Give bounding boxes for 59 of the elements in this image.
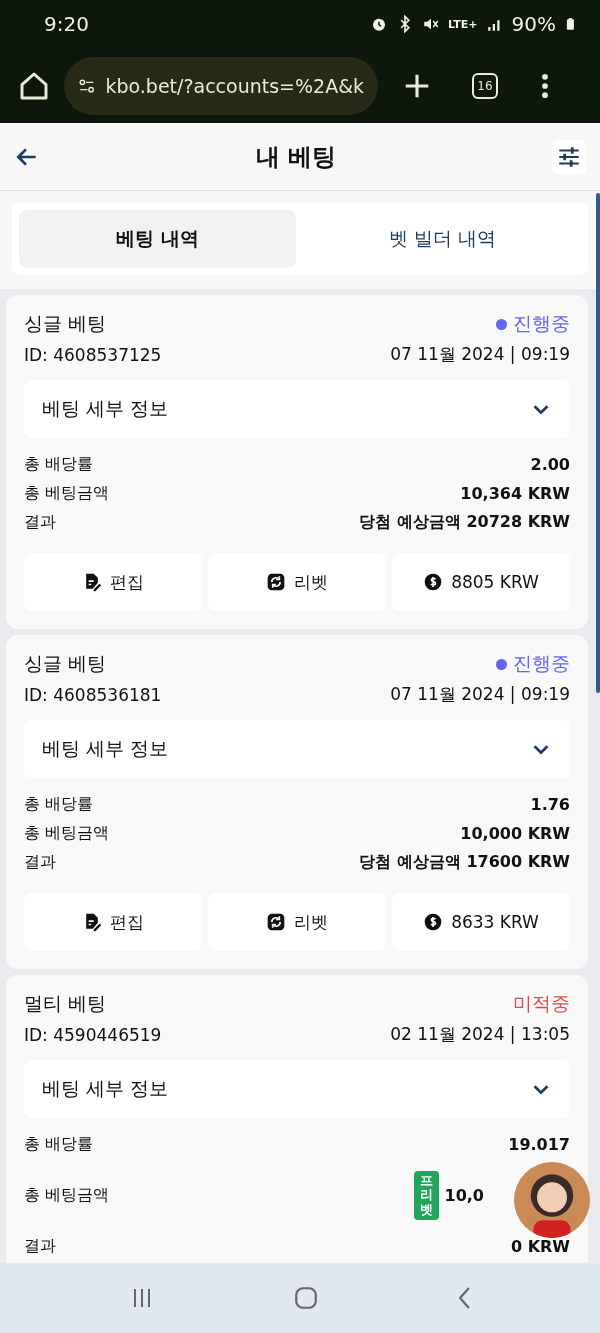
summary-label: 총 배당률 — [24, 1134, 94, 1155]
summary-label: 결과 — [24, 852, 56, 873]
summary-label: 결과 — [24, 1235, 56, 1257]
summary-value: 10,0 — [444, 1185, 484, 1205]
bet-status: 진행중 — [496, 651, 570, 677]
summary-value: 당첨 예상금액 20728 KRW — [359, 512, 570, 533]
bet-type: 멀티 베팅 — [24, 991, 107, 1016]
url-text: kbo.bet/?accounts=%2A&k — [105, 74, 364, 97]
summary-label: 총 베팅금액 — [24, 823, 110, 844]
refresh-icon — [266, 572, 286, 592]
status-dot — [496, 658, 507, 670]
edit-button[interactable]: 편집 — [24, 553, 202, 611]
summary-value: 10,364 KRW — [460, 484, 570, 503]
back-nav-icon — [459, 1287, 471, 1309]
bet-status: 미적중 — [513, 991, 570, 1016]
refresh-icon — [266, 912, 286, 932]
summary-value: 10,000 KRW — [460, 824, 570, 843]
bet-id: ID: 4608536181 — [24, 684, 162, 705]
cashout-button[interactable]: 8633 KRW — [392, 893, 570, 951]
bet-id: ID: 4590446519 — [24, 1024, 162, 1045]
status-dot — [496, 318, 507, 330]
bet-date: 07 11월 2024 | 09:19 — [390, 683, 570, 706]
network-type: LTE+ — [448, 17, 478, 31]
summary-label: 총 배당률 — [24, 454, 94, 475]
tab[interactable]: 베팅 내역 — [19, 210, 296, 268]
details-dropdown[interactable]: 베팅 세부 정보 — [24, 380, 570, 438]
dollar-coin-icon — [423, 572, 444, 592]
rebet-button[interactable]: 리벳 — [208, 893, 386, 951]
bet-id: ID: 4608537125 — [24, 344, 162, 365]
page-title: 내 베팅 — [254, 141, 338, 173]
summary-label: 총 베팅금액 — [24, 1184, 110, 1206]
details-dropdown[interactable]: 베팅 세부 정보 — [24, 1060, 570, 1118]
summary-value: 당첨 예상금액 17600 KRW — [359, 852, 570, 873]
summary-value: 19.017 — [508, 1135, 570, 1154]
clock-time: 9:20 — [44, 12, 89, 36]
bet-type: 싱글 베팅 — [24, 311, 107, 336]
bet-status: 진행중 — [496, 311, 570, 337]
summary-value: 1.76 — [530, 795, 570, 814]
rebet-button[interactable]: 리벳 — [208, 553, 386, 611]
summary-label: 결과 — [24, 512, 56, 533]
more-icon — [542, 73, 548, 98]
filter-button[interactable] — [552, 139, 586, 174]
summary-label: 총 베팅금액 — [24, 483, 110, 504]
address-bar[interactable]: kbo.bet/?accounts=%2A&k — [64, 56, 378, 115]
bet-date: 02 11월 2024 | 13:05 — [390, 1023, 570, 1046]
tab-count-button[interactable]: 16 — [472, 72, 498, 99]
summary-value: 2.00 — [530, 455, 570, 474]
menu-button[interactable] — [542, 73, 548, 98]
bet-type: 싱글 베팅 — [24, 651, 107, 676]
battery-percent: 90% — [511, 12, 556, 36]
bet-date: 07 11월 2024 | 09:19 — [390, 343, 570, 366]
summary-value: 0 KRW — [510, 1236, 570, 1256]
summary-label: 총 배당률 — [24, 794, 94, 815]
details-dropdown[interactable]: 베팅 세부 정보 — [24, 720, 570, 778]
edit-button[interactable]: 편집 — [24, 893, 202, 951]
cashout-button[interactable]: 8805 KRW — [392, 553, 570, 611]
home-nav-icon — [293, 1285, 320, 1311]
freebet-badge: 프리벳 — [413, 1171, 439, 1220]
dollar-coin-icon — [423, 912, 444, 932]
